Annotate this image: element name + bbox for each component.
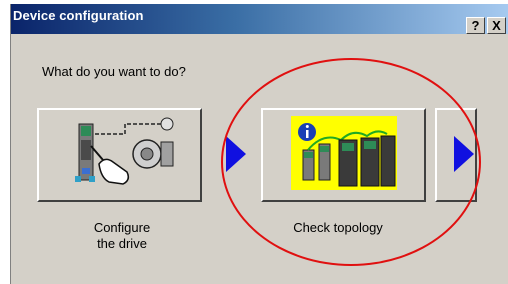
configure-drive-label-line1: Configure <box>93 220 151 235</box>
title-bar: Device configuration <box>11 4 508 34</box>
close-button[interactable]: X <box>487 17 506 34</box>
configure-drive-icon <box>75 117 174 185</box>
configure-drive-label: Configure the drive <box>82 220 162 252</box>
configure-drive-label-line2: the drive <box>97 236 147 251</box>
prompt-text: What do you want to do? <box>42 64 186 79</box>
help-button[interactable]: ? <box>466 17 485 34</box>
configure-drive-button[interactable] <box>37 108 202 202</box>
highlight-ellipse <box>221 58 481 266</box>
dialog-title: Device configuration <box>13 8 144 23</box>
